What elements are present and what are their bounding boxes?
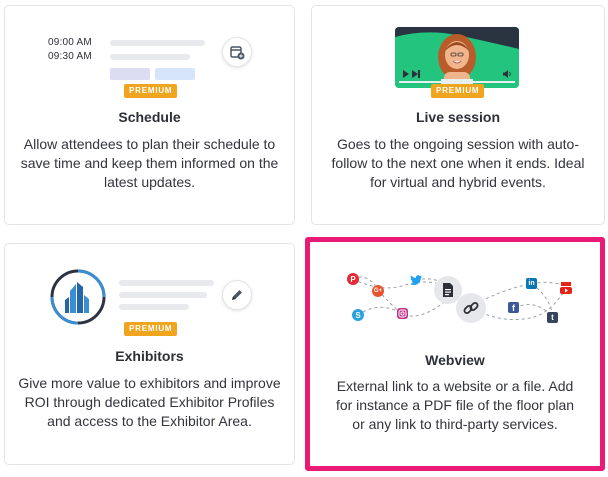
placeholder-bar [119, 304, 189, 310]
google-plus-icon: G+ [372, 285, 384, 297]
schedule-card[interactable]: 09:00 AM 09:30 AM PREMIUM Schedule Allow… [4, 5, 295, 225]
placeholder-block-blue [155, 68, 195, 80]
premium-badge: PREMIUM [124, 84, 178, 98]
premium-badge: PREMIUM [124, 322, 178, 336]
building-logo [48, 267, 108, 327]
schedule-time-2: 09:30 AM [48, 51, 92, 62]
live-session-description: Goes to the ongoing session with auto-fo… [331, 136, 585, 190]
live-session-title: Live session [415, 109, 501, 125]
placeholder-bar [119, 280, 214, 286]
live-session-preview [395, 27, 519, 88]
exhibitors-title: Exhibitors [115, 348, 184, 364]
calendar-add-icon [222, 37, 252, 67]
exhibitors-description: Give more value to exhibitors and improv… [18, 375, 281, 429]
webview-description: External link to a website or a file. Ad… [335, 378, 575, 432]
premium-badge: PREMIUM [431, 84, 485, 98]
pencil-icon [222, 280, 252, 310]
placeholder-bar [110, 54, 190, 60]
skype-icon: S [352, 309, 364, 321]
webview-card[interactable]: P G+ S f in t Webview External link to a… [305, 237, 605, 471]
tumblr-icon: t [547, 312, 558, 323]
link-icon [456, 293, 486, 323]
volume-icon [503, 70, 512, 78]
play-icon [402, 70, 410, 78]
placeholder-bar [119, 292, 207, 298]
placeholder-block-purple [110, 68, 150, 80]
skip-icon [412, 70, 420, 78]
twitter-icon [410, 274, 422, 286]
instagram-icon [397, 308, 408, 319]
schedule-time-1: 09:00 AM [48, 37, 92, 48]
linkedin-icon: in [526, 278, 537, 289]
live-session-card[interactable]: PREMIUM Live session Goes to the ongoing… [311, 5, 605, 225]
webview-title: Webview [425, 352, 485, 368]
facebook-icon: f [508, 302, 519, 313]
youtube-icon [560, 282, 572, 294]
schedule-description: Allow attendees to plan their schedule t… [20, 136, 279, 190]
schedule-title: Schedule [118, 109, 181, 125]
placeholder-bar [110, 40, 205, 46]
pinterest-icon: P [347, 273, 359, 285]
exhibitors-card[interactable]: PREMIUM Exhibitors Give more value to ex… [4, 243, 295, 465]
presenter-illustration [395, 27, 519, 88]
